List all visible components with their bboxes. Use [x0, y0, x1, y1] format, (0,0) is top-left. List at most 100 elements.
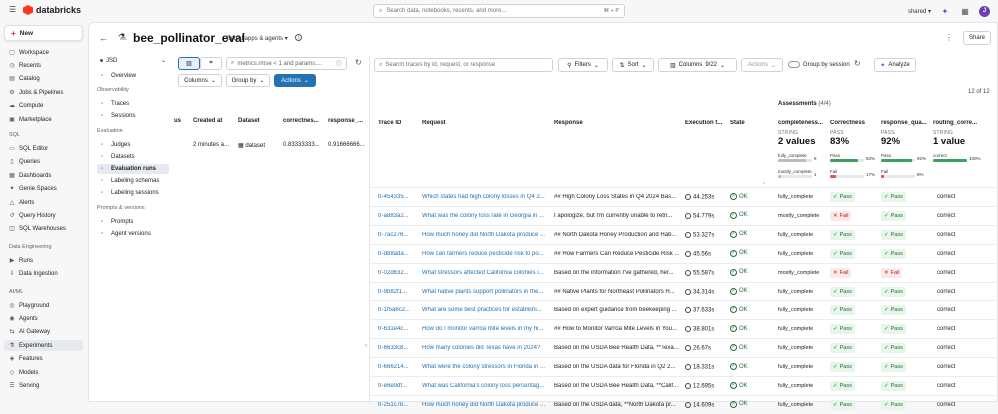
- sidebar-item-data-ingestion[interactable]: ⇩ Data Ingestion: [4, 269, 83, 280]
- analyze-button[interactable]: ✦ Analyze: [874, 58, 916, 72]
- trace-request[interactable]: How do I monitor varroa mite levels in m…: [422, 326, 548, 332]
- share-button[interactable]: Share: [963, 31, 991, 45]
- sidebar-item-jobs-pipelines[interactable]: ⚙ Jobs & Pipelines: [4, 87, 83, 98]
- more-options-icon[interactable]: ⋮: [945, 33, 953, 42]
- subnav-item-sessions[interactable]: ▫ Sessions: [97, 111, 169, 121]
- trace-id[interactable]: tr-666214...: [378, 364, 418, 370]
- traces-columns-button[interactable]: ▥ Columns 9/22 ⌄: [658, 58, 737, 72]
- trace-id[interactable]: tr-a883a2...: [378, 213, 418, 219]
- new-button[interactable]: + New: [4, 25, 83, 41]
- runs-columns-button[interactable]: Columns ⌄: [178, 74, 222, 87]
- subnav-item-evaluation-runs[interactable]: ▫ Evaluation runs: [97, 164, 169, 174]
- trace-id[interactable]: tr-1f5a6c2...: [378, 307, 418, 313]
- runs-actions-button[interactable]: Actions ⌄: [274, 74, 316, 87]
- run-dataset[interactable]: ▦ dataset: [238, 142, 265, 149]
- trace-id[interactable]: tr-7ac276...: [378, 232, 418, 238]
- table-row[interactable]: tr-6633c8... How many colonies did Texas …: [370, 338, 998, 357]
- runs-col-response[interactable]: response_...: [328, 118, 363, 124]
- assistant-icon[interactable]: ✦: [939, 5, 951, 17]
- experiment-selector[interactable]: JSD ⌄: [98, 55, 170, 66]
- sidebar-item-sql-editor[interactable]: ▭ SQL Editor: [4, 143, 83, 154]
- subnav-item-labeling-schemas[interactable]: ▫ Labeling schemas: [97, 176, 169, 186]
- table-view-toggle[interactable]: ▥: [178, 57, 200, 70]
- filters-button[interactable]: ⚲ Filters ⌄: [558, 58, 608, 72]
- workspace-switcher[interactable]: shared ▾: [908, 8, 931, 15]
- col-header-execution-t[interactable]: Execution t...: [685, 120, 727, 126]
- subnav-item-prompts[interactable]: ▫ Prompts: [97, 217, 169, 227]
- trace-request[interactable]: What was the colony loss rate in Georgia…: [422, 213, 548, 219]
- panel-collapse-handle[interactable]: ›: [365, 343, 367, 349]
- runs-search-input[interactable]: ⌕ metrics.rmse < 1 and params.... ⓘ: [226, 57, 347, 70]
- table-row[interactable]: tr-454335... Which states had high colony…: [370, 187, 998, 206]
- refresh-icon[interactable]: ↻: [854, 59, 861, 68]
- subnav-item-datasets[interactable]: ▫ Datasets: [97, 152, 169, 162]
- toggle-switch[interactable]: [788, 61, 800, 68]
- table-row[interactable]: tr-631e4c... How do I monitor varroa mite…: [370, 319, 998, 338]
- trace-request[interactable]: How can farmers reduce pesticide risk to…: [422, 251, 548, 257]
- col-header-response-qua[interactable]: response_qua...: [881, 120, 931, 126]
- sidebar-item-agents[interactable]: ◉ Agents: [4, 313, 83, 324]
- sidebar-item-runs[interactable]: ▶ Runs: [4, 255, 83, 266]
- trace-id[interactable]: tr-454335...: [378, 194, 418, 200]
- col-header-state[interactable]: State: [730, 120, 770, 126]
- trace-id[interactable]: tr-e6e9df...: [378, 383, 418, 389]
- apps-grid-icon[interactable]: ▦: [959, 5, 971, 17]
- global-search-input[interactable]: ⌕ Search data, notebooks, recents, and m…: [373, 4, 625, 18]
- subnav-item-labeling-sessions[interactable]: ▫ Labeling sessions: [97, 188, 169, 198]
- table-row[interactable]: tr-251c7b... How much honey did North Dak…: [370, 394, 998, 414]
- sidebar-item-alerts[interactable]: △ Alerts: [4, 197, 83, 208]
- table-row[interactable]: tr-e6e9df... What was California's colony…: [370, 376, 998, 395]
- table-row[interactable]: tr-02d632... What stressors affected Cali…: [370, 262, 998, 282]
- trace-id[interactable]: tr-251c7b...: [378, 402, 418, 408]
- sidebar-item-serving[interactable]: ☰ Serving: [4, 380, 83, 391]
- runs-col-dataset[interactable]: Dataset: [238, 118, 260, 124]
- refresh-icon[interactable]: ↻: [355, 58, 362, 67]
- runs-col-correctness[interactable]: correctnes...: [283, 118, 319, 124]
- sidebar-item-recents[interactable]: ◷ Recents: [4, 60, 83, 71]
- trace-request[interactable]: What was California's colony loss percen…: [422, 383, 548, 389]
- trace-request[interactable]: Which states had high colony losses in Q…: [422, 194, 548, 200]
- sidebar-item-marketplace[interactable]: ▣ Marketplace: [4, 114, 83, 125]
- col-header-completeness[interactable]: completeness...: [778, 120, 828, 126]
- col-header-trace-id[interactable]: Trace ID: [378, 120, 418, 126]
- sidebar-item-features[interactable]: ◈ Features: [4, 354, 83, 365]
- table-row[interactable]: tr-d88ada... How can farmers reduce pesti…: [370, 243, 998, 263]
- sidebar-item-playground[interactable]: ◎ Playground: [4, 300, 83, 311]
- sort-button[interactable]: ⇅ Sort ⌄: [612, 58, 654, 72]
- table-row[interactable]: tr-9b82f1... What native plants support p…: [370, 281, 998, 301]
- table-row[interactable]: tr-a883a2... What was the colony loss rat…: [370, 205, 998, 225]
- runs-col-created[interactable]: Created at: [193, 118, 222, 124]
- sidebar-item-sql-warehouses[interactable]: ◫ SQL Warehouses: [4, 224, 83, 235]
- traces-search-input[interactable]: ⌕ Search traces by id, request, or respon…: [374, 58, 553, 72]
- trace-id[interactable]: tr-631e4c...: [378, 326, 418, 332]
- sidebar-item-workspace[interactable]: ▢ Workspace: [4, 47, 83, 58]
- trace-request[interactable]: How much honey did North Dakota produce …: [422, 232, 548, 238]
- col-header-correctness[interactable]: Correctness: [830, 120, 880, 126]
- trace-request[interactable]: How many colonies did Texas have in 2024…: [422, 345, 548, 351]
- trace-id[interactable]: tr-d88ada...: [378, 251, 418, 257]
- trace-request[interactable]: What are some best practices for establi…: [422, 307, 548, 313]
- subnav-item-agent-versions[interactable]: ▫ Agent versions: [97, 229, 169, 239]
- databricks-logo[interactable]: databricks: [23, 5, 81, 15]
- subnav-item-judges[interactable]: ▫ Judges: [97, 140, 169, 150]
- subnav-item-overview[interactable]: ▫ Overview: [97, 71, 169, 81]
- table-row[interactable]: tr-7ac276... How much honey did North Dak…: [370, 224, 998, 244]
- sidebar-item-catalog[interactable]: ▤ Catalog: [4, 74, 83, 85]
- trace-id[interactable]: tr-02d632...: [378, 270, 418, 276]
- info-icon[interactable]: i: [295, 34, 302, 41]
- experiment-type-dropdown[interactable]: GenAI apps & agents ▾: [226, 35, 288, 42]
- sidebar-item-genie-spaces[interactable]: ✦ Genie Spaces: [4, 184, 83, 195]
- sidebar-item-query-history[interactable]: ↺ Query History: [4, 210, 83, 221]
- group-by-session-toggle[interactable]: Group by session: [788, 61, 850, 68]
- chart-view-toggle[interactable]: ⌗: [200, 57, 222, 70]
- trace-id[interactable]: tr-9b82f1...: [378, 289, 418, 295]
- sidebar-item-ai-gateway[interactable]: ⇆ AI Gateway: [4, 327, 83, 338]
- subnav-item-traces[interactable]: ▫ Traces: [97, 99, 169, 109]
- traces-actions-button[interactable]: Actions ⌄: [741, 58, 783, 72]
- trace-request[interactable]: What stressors affected California colon…: [422, 270, 548, 276]
- runs-groupby-button[interactable]: Group by ⌄: [226, 74, 270, 87]
- menu-icon[interactable]: ☰: [9, 6, 17, 14]
- sidebar-item-dashboards[interactable]: ▦ Dashboards: [4, 170, 83, 181]
- sidebar-item-queries[interactable]: ▯ Queries: [4, 157, 83, 168]
- trace-id[interactable]: tr-6633c8...: [378, 345, 418, 351]
